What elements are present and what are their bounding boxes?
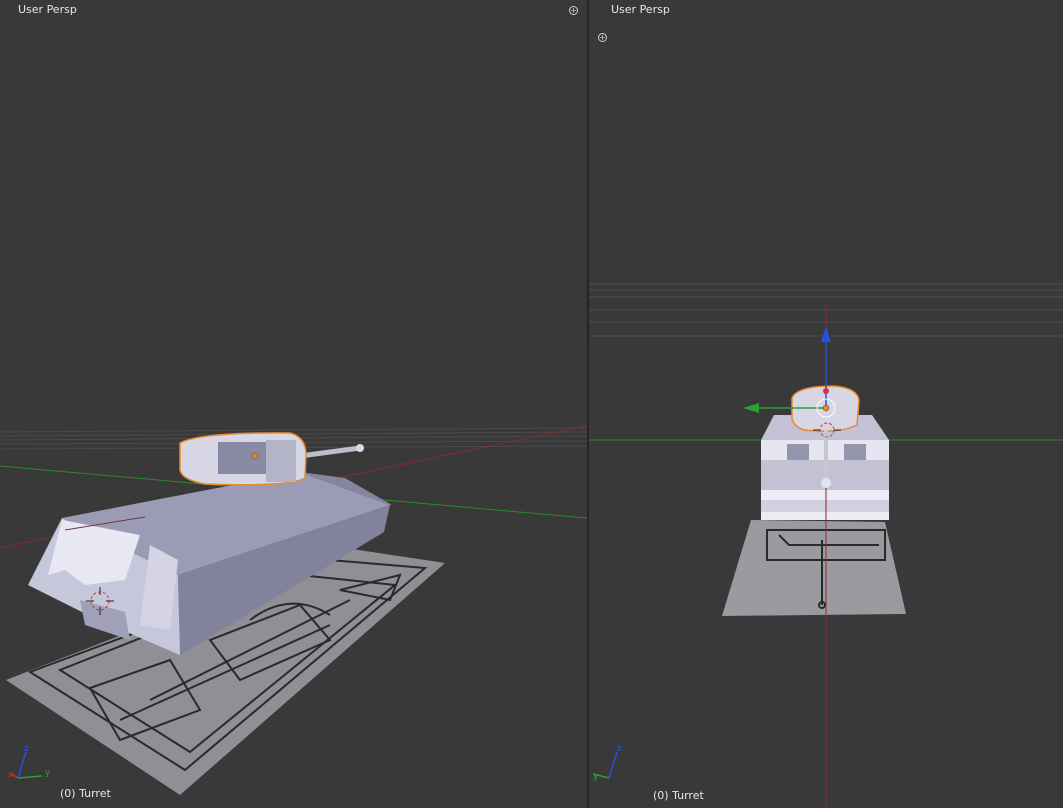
gizmo-z-label: z	[617, 744, 622, 754]
viewport-left[interactable]: x y z User Persp (0) Turret +	[0, 0, 587, 808]
object-origin	[251, 452, 259, 460]
gun-barrel	[299, 445, 361, 459]
viewport-title: User Persp	[611, 3, 670, 16]
blueprint-plane	[722, 520, 906, 616]
active-object-label: (0) Turret	[653, 789, 704, 802]
gizmo-y-label: y	[593, 772, 599, 782]
viewport-title: User Persp	[18, 3, 77, 16]
viewport-right[interactable]: y z User Persp (0) Turret +	[589, 0, 1063, 808]
active-object-label: (0) Turret	[60, 787, 111, 800]
gizmo-x-label: x	[8, 770, 14, 780]
gizmo-y-label: y	[45, 768, 51, 778]
gizmo-z-label: z	[24, 744, 29, 754]
viewport-right-scene[interactable]	[589, 0, 1063, 808]
viewport-left-scene[interactable]	[0, 0, 587, 808]
axis-gizmo-icon	[11, 751, 43, 779]
viewport-split-icon[interactable]: +	[569, 6, 578, 15]
viewport-split-icon[interactable]: +	[598, 33, 607, 42]
